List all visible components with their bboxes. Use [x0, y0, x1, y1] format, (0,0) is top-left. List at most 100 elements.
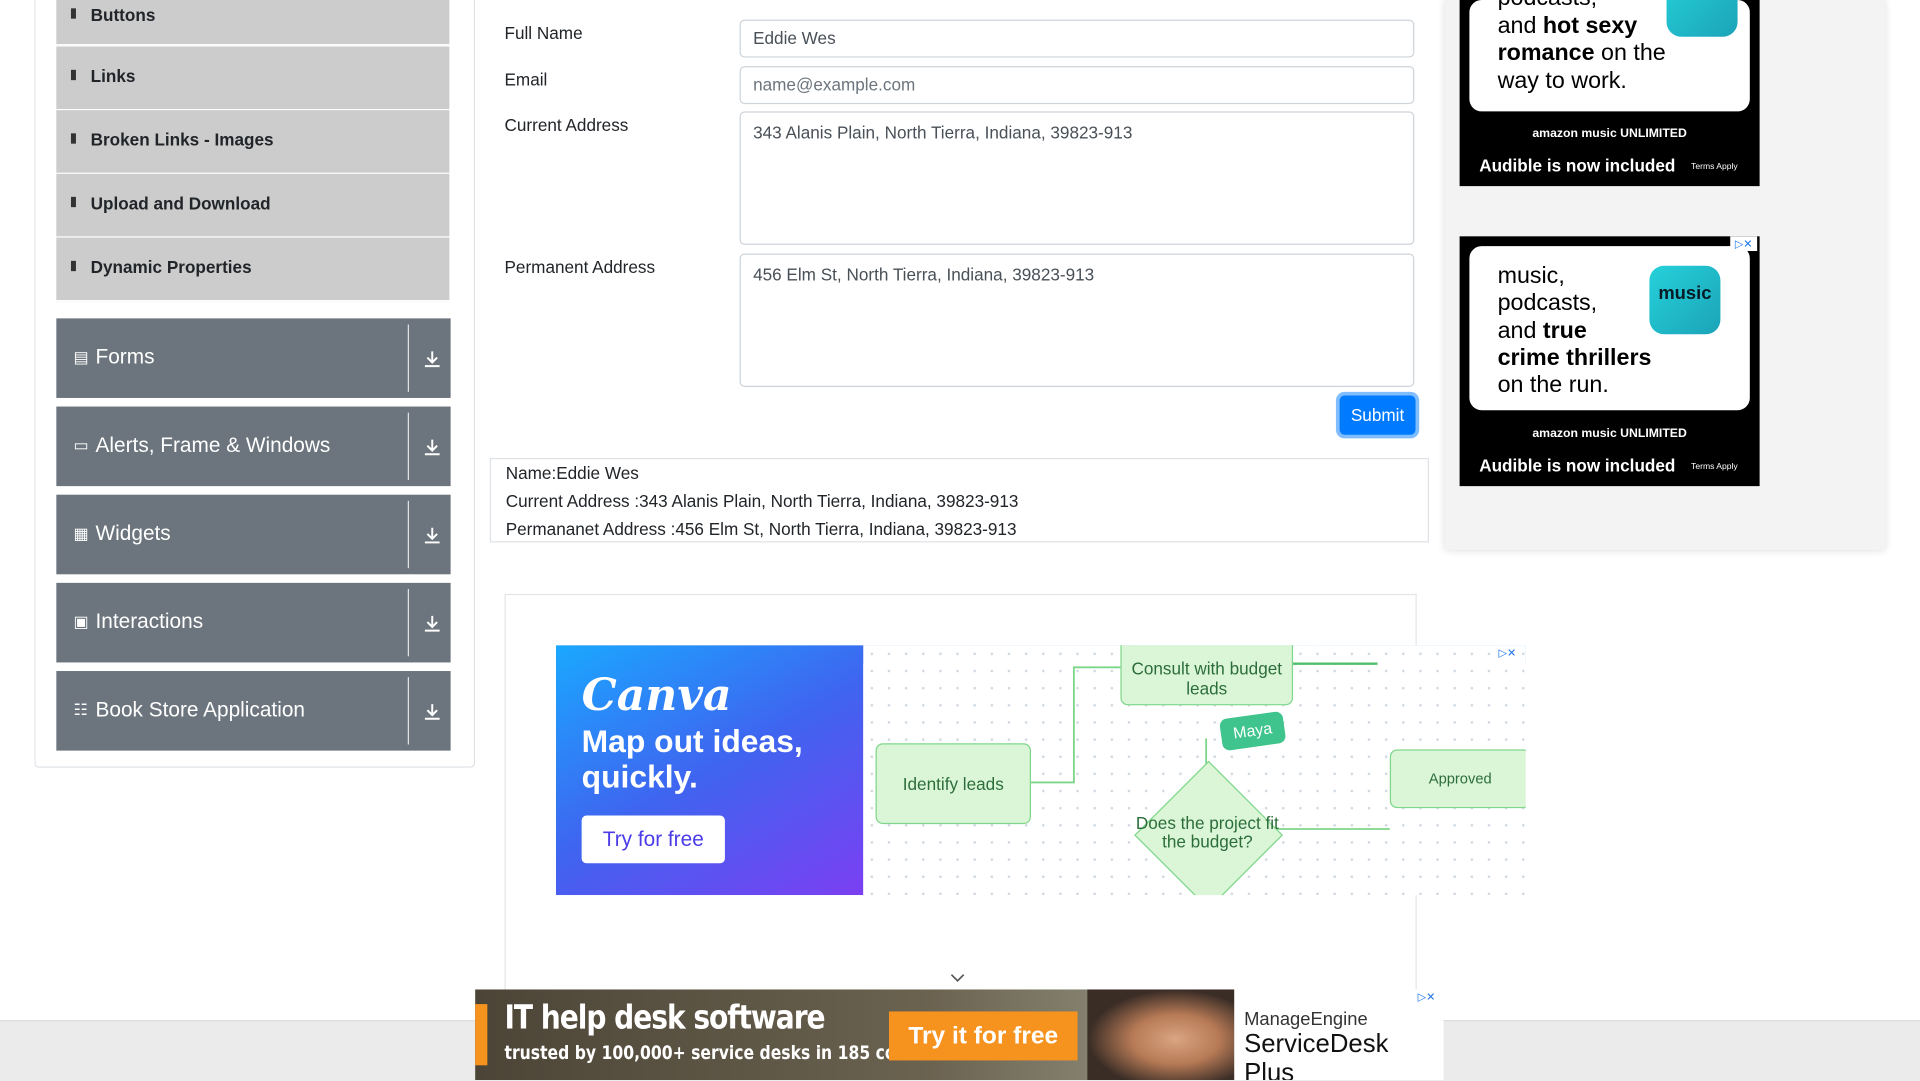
ad-line: way to work. [1497, 68, 1627, 95]
window-icon: ▭ [73, 435, 89, 455]
sidebar-item-broken-links[interactable]: ▮ Broken Links - Images [56, 110, 450, 174]
ad-line: crime thrillers [1498, 345, 1652, 373]
ad-text: and [1497, 318, 1543, 345]
download-arrow-icon[interactable] [421, 524, 443, 546]
current-address-label: Current Address [504, 115, 629, 135]
divider [407, 588, 409, 657]
full-name-label: Full Name [504, 23, 583, 43]
submit-button[interactable]: Submit [1339, 395, 1416, 435]
canva-headline: Map out ideas, quickly. [581, 722, 803, 795]
amazon-music-ad-top[interactable]: podcasts, and hot sexy romance on the wa… [1459, 0, 1760, 187]
output-current-address: Current Address :343 Alanis Plain, North… [505, 491, 1019, 511]
amazon-music-brand: amazon music UNLIMITED [1532, 427, 1687, 441]
node-consult-budget-leads: Consult with budget leads [1120, 645, 1294, 706]
sidebar-group-label: Book Store Application [95, 697, 305, 722]
adchoices-icon[interactable]: ▷✕ [1413, 989, 1441, 1005]
divider [407, 677, 409, 745]
ad-text: and [1497, 13, 1543, 40]
divider [407, 500, 409, 569]
email-placeholder: name@example.com [753, 74, 916, 95]
ad-line: and true [1498, 318, 1587, 346]
adchoices-icon[interactable]: ▷✕ [1493, 645, 1521, 661]
amazon-music-brand: amazon music UNLIMITED [1532, 127, 1687, 141]
current-address-value: 343 Alanis Plain, North Tierra, Indiana,… [753, 122, 1133, 143]
ad-text: on the [1594, 40, 1666, 67]
try-it-for-free-button[interactable]: Try it for free [888, 1011, 1078, 1061]
manageengine-logo: ManageEngine [1244, 1008, 1368, 1030]
sidebar-item-upload-download[interactable]: ▮ Upload and Download [56, 173, 450, 238]
node-identify-leads: Identify leads [875, 743, 1032, 825]
output-box: Name:Eddie Wes Current Address :343 Alan… [489, 457, 1429, 543]
ad-line: music, [1497, 263, 1565, 289]
books-icon: ☷ [73, 700, 88, 719]
decision-text: Does the project fit the budget? [1135, 813, 1279, 852]
ad-line: on the run. [1497, 372, 1609, 398]
ad-card: podcasts, and hot sexy romance on the wa… [1469, 0, 1750, 112]
permanent-address-value: 456 Elm St, North Tierra, Indiana, 39823… [753, 264, 1095, 285]
sidebar-group-alerts[interactable]: ▭ Alerts, Frame & Windows [56, 406, 451, 487]
right-ad-column: podcasts, and hot sexy romance on the wa… [1444, 0, 1886, 550]
divider [407, 324, 409, 392]
sidebar-group-widgets[interactable]: ▦ Widgets [56, 494, 451, 575]
sidebar-item-buttons[interactable]: ▮ Buttons [56, 0, 450, 46]
sidebar-item-links[interactable]: ▮ Links [56, 46, 450, 111]
bookmark-icon: ▮ [69, 6, 78, 21]
ad-line: podcasts, [1498, 0, 1598, 13]
amazon-music-ad-bottom[interactable]: music, podcasts, and true crime thriller… [1459, 236, 1760, 487]
document-icon: ▤ [73, 347, 89, 367]
current-address-textarea[interactable]: 343 Alanis Plain, North Tierra, Indiana,… [739, 111, 1415, 245]
sidebar-item-dynamic-properties[interactable]: ▮ Dynamic Properties [56, 237, 450, 302]
sidebar-item-label: Upload and Download [90, 193, 271, 214]
sidebar-item-label: Links [90, 66, 136, 86]
ad-card: music, podcasts, and true crime thriller… [1469, 246, 1750, 411]
email-input[interactable]: name@example.com [739, 66, 1415, 105]
manageengine-ad[interactable]: IT help desk software trusted by 100,000… [475, 989, 1444, 1081]
ad-line: romance on the [1498, 40, 1666, 68]
ad-text-bold: true [1542, 318, 1587, 345]
permanent-address-textarea[interactable]: 456 Elm St, North Tierra, Indiana, 39823… [739, 253, 1415, 387]
sidebar-item-label: Dynamic Properties [90, 257, 252, 277]
terms-text: Terms Apply [1691, 462, 1738, 472]
sidebar-group-book-store[interactable]: ☷ Book Store Application [56, 671, 451, 751]
output-name: Name:Eddie Wes [505, 462, 639, 483]
audible-text: Audible is now included [1479, 455, 1676, 476]
support-agent-photo [1087, 989, 1235, 1081]
sidebar-group-label: Forms [95, 345, 155, 369]
servicedesk-plus-logo: ServiceDesk Plus [1244, 1029, 1389, 1081]
try-for-free-button[interactable]: Try for free [581, 815, 725, 864]
amazon-music-app-icon: music [1649, 265, 1721, 335]
terms-text: Terms Apply [1691, 162, 1738, 172]
bookmark-icon: ▮ [69, 194, 78, 210]
download-arrow-icon[interactable] [421, 348, 443, 370]
full-name-input[interactable]: Eddie Wes [739, 19, 1415, 58]
canva-ad[interactable]: Canva Map out ideas, quickly. Try for fr… [555, 645, 1526, 896]
adchoices-icon[interactable]: ▷✕ [1730, 236, 1758, 252]
ad-headline: IT help desk software [504, 999, 825, 1038]
sidebar-item-label: Buttons [90, 4, 156, 25]
sidebar-group-label: Alerts, Frame & Windows [95, 433, 331, 457]
output-permanent-address: Permananet Address :456 Elm St, North Ti… [505, 519, 1017, 539]
download-arrow-icon[interactable] [421, 436, 443, 458]
download-arrow-icon[interactable] [421, 612, 443, 634]
canva-panel: Canva Map out ideas, quickly. Try for fr… [555, 645, 864, 896]
ad-text-bold: romance [1497, 40, 1595, 67]
full-name-value: Eddie Wes [753, 28, 836, 48]
sidebar-group-forms[interactable]: ▤ Forms [56, 318, 451, 398]
orange-stripe [475, 1004, 488, 1066]
bookmark-icon: ▮ [69, 131, 78, 146]
bookmark-icon: ▮ [69, 67, 78, 83]
ad-line: podcasts, [1497, 290, 1598, 316]
sidebar-group-label: Interactions [95, 609, 204, 634]
ad-text-bold: hot sexy [1542, 13, 1638, 40]
bookmark-icon: ▮ [69, 258, 78, 274]
amazon-music-app-icon [1666, 0, 1738, 37]
sidebar-group-interactions[interactable]: ▣ Interactions [56, 582, 451, 663]
chevron-down-icon[interactable] [950, 973, 965, 983]
canva-logo: Canva [581, 669, 732, 722]
download-arrow-icon[interactable] [421, 700, 443, 722]
sidebar-item-label: Broken Links - Images [90, 129, 274, 150]
widgets-icon: ▦ [73, 524, 89, 543]
sidebar-group-label: Widgets [95, 521, 171, 545]
ad-text-bold: crime thrillers [1497, 345, 1652, 372]
node-approved: Approved [1389, 749, 1526, 809]
